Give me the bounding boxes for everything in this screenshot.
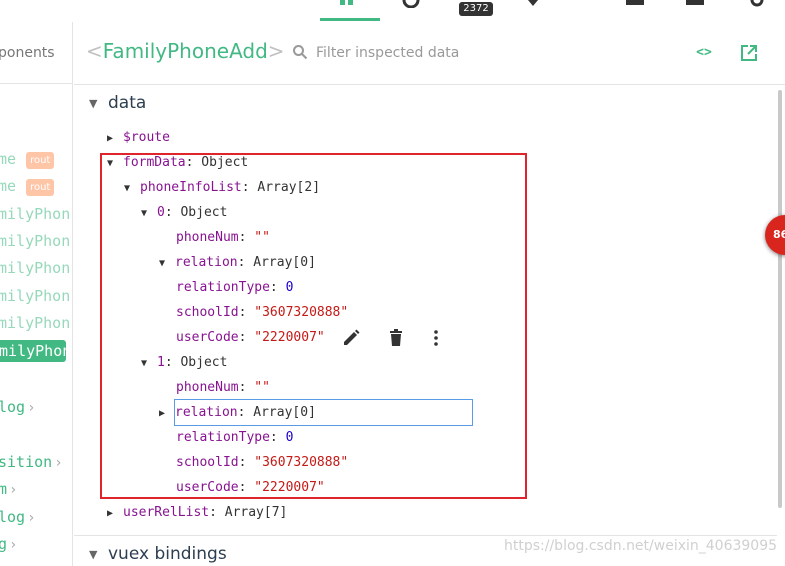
tree-item-label: g [0,535,7,553]
component-tree-panel: ponents merout merout milyPhon milyPhon … [0,22,73,566]
tree-item-label: milyPhon [0,232,71,250]
tree-item-label: m [0,480,7,498]
inspector-header: <FamilyPhoneAdd> <> [74,22,785,85]
tree-item-selected[interactable]: amilyPhon [0,340,71,362]
expand-icon[interactable]: ▶ [107,128,123,150]
scrollbar-thumb[interactable] [778,90,782,508]
tree-item[interactable]: log › [0,506,36,528]
component-title: <FamilyPhoneAdd> [86,39,285,63]
chevron-right-icon: › [9,482,18,498]
more-tab-icon[interactable] [748,0,766,8]
colon: : [209,505,225,520]
title-bracket-close: > [267,39,285,63]
active-tab-indicator [320,18,380,21]
tree-item[interactable]: milyPhon [0,257,70,279]
expand-icon[interactable]: ▶ [107,503,123,525]
data-key: userRelList [123,505,210,520]
tree-item-label: milyPhon [0,259,71,277]
chevron-right-icon: › [27,510,36,526]
component-tree-header: ponents [0,22,72,84]
watermark: https://blog.csdn.net/weixin_40639095 [504,538,778,554]
router-badge: rout [26,179,55,196]
timeline-tab-icon[interactable] [402,0,420,8]
data-section-header[interactable]: ▼ data [74,90,777,120]
tree-item[interactable]: g› [0,533,17,555]
tree-item-label: log [0,508,26,526]
section-label: data [108,93,147,113]
section-divider [74,535,777,536]
filter-input[interactable] [316,42,516,64]
data-row[interactable]: ▶ $route [107,127,170,149]
data-type: Array[7] [224,505,288,520]
tree-item[interactable]: merout [0,175,55,197]
chevron-right-icon: › [54,455,63,471]
floating-counter-badge[interactable]: 86 [765,215,785,255]
data-key: $route [123,130,170,145]
tree-item-label: milyPhon [0,205,71,223]
tree-item[interactable]: merout [0,148,55,170]
chevron-right-icon: › [27,400,36,416]
tree-item[interactable]: milyPhon [0,230,70,252]
tree-item-label: me [0,177,17,195]
tree-item-label: amilyPhon [0,342,72,360]
router-badge: rout [26,152,55,169]
tree-item[interactable]: milyPhon [0,285,70,307]
component-tree-title: ponents [0,45,55,61]
search-icon [293,45,308,60]
chevron-right-icon: › [9,537,18,553]
data-row[interactable]: ▶ userRelList: Array[7] [107,502,287,524]
tree-item-label: milyPhon [0,314,71,332]
tree-item[interactable]: milyPhon [0,203,70,225]
top-nav: 2372 [0,0,785,22]
tree-item-label: milyPhon [0,287,71,305]
section-label: vuex bindings [108,544,227,564]
tree-item-label: me [0,150,17,168]
annotation-highlight-box [100,153,527,499]
tree-item[interactable]: milyPhon [0,312,70,334]
inspect-dom-icon[interactable]: <> [694,44,714,62]
collapse-icon: ▼ [89,548,98,561]
collapse-icon: ▼ [89,97,98,110]
title-bracket-open: < [86,39,103,63]
tree-item[interactable]: log › [0,396,36,418]
component-name: FamilyPhoneAdd [102,39,268,63]
tree-item-label: log [0,398,26,416]
tree-item[interactable]: sition › [0,451,63,473]
event-count-badge: 2372 [459,2,493,16]
components-tab-icon[interactable] [338,0,356,8]
tree-item[interactable]: m› [0,478,17,500]
vuex-tab-icon[interactable] [524,0,542,8]
refresh-tab-icon[interactable] [686,0,704,8]
open-in-editor-icon[interactable] [740,44,758,62]
tree-item-label: sition [0,453,53,471]
settings-tab-icon[interactable] [626,0,644,8]
